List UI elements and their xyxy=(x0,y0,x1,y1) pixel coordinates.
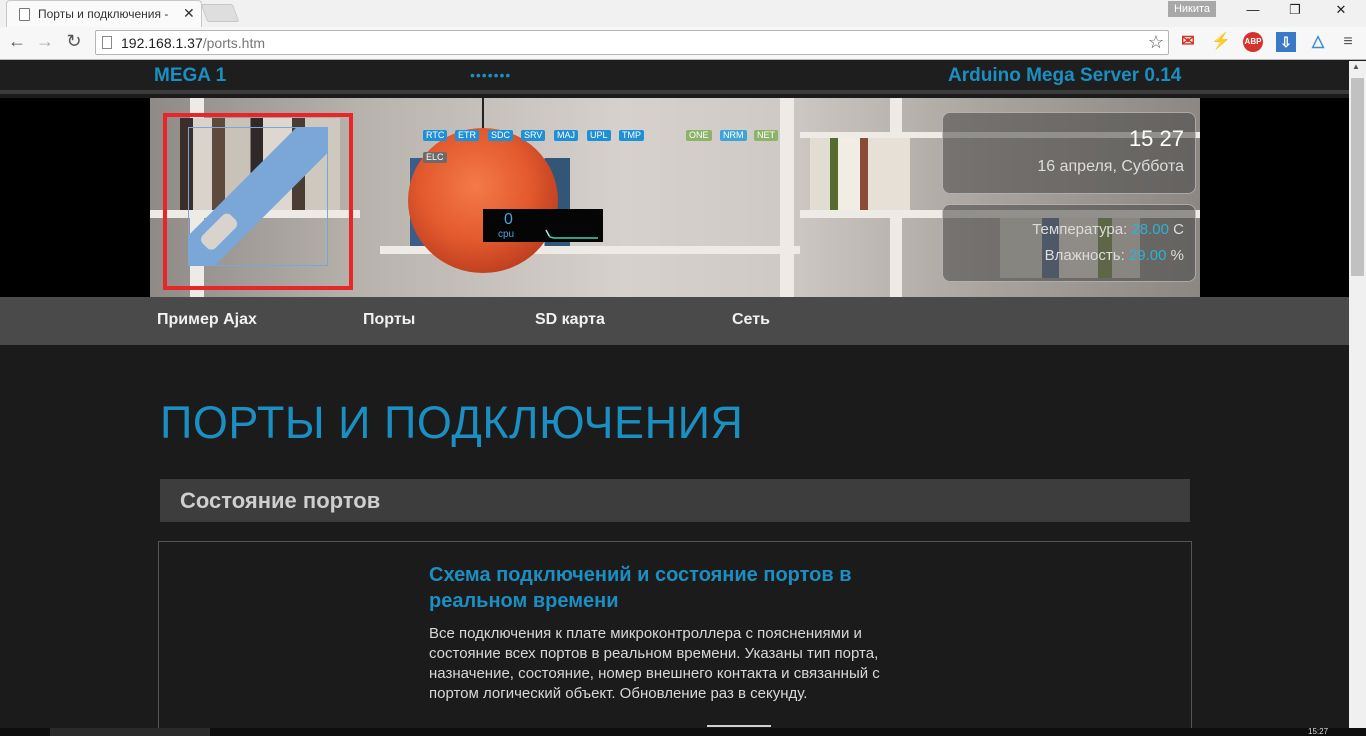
url-path: /ports.htm xyxy=(202,35,265,51)
humidity-label: Влажность: xyxy=(1044,247,1125,264)
drive-icon[interactable]: △ xyxy=(1308,32,1328,52)
nav-item-ports[interactable]: Порты xyxy=(363,311,415,329)
page-icon xyxy=(19,8,30,21)
browser-tabstrip: Порты и подключения - ✕ Никита — ❐ ✕ xyxy=(0,0,1366,27)
humidity-line: Влажность: 29.00 % xyxy=(960,247,1184,264)
new-tab-button[interactable] xyxy=(200,4,240,22)
temperature-line: Температура: 28.00 C xyxy=(960,221,1184,238)
back-icon[interactable]: ← xyxy=(7,31,27,52)
download-icon[interactable]: ⇩ xyxy=(1276,32,1296,52)
scrollbar-thumb[interactable] xyxy=(1351,78,1364,276)
status-tag-elc: ELC xyxy=(423,152,447,163)
nav-item-sd-card[interactable]: SD карта xyxy=(535,311,605,329)
status-tag-nrm: NRM xyxy=(720,130,747,141)
page-title: ПОРТЫ И ПОДКЛЮЧЕНИЯ xyxy=(160,397,744,448)
nav-item-ajax-example[interactable]: Пример Ajax xyxy=(157,311,257,329)
humidity-unit: % xyxy=(1170,247,1184,264)
minimize-icon[interactable]: — xyxy=(1238,2,1268,17)
clock-date: 16 апреля, Суббота xyxy=(1037,158,1184,175)
status-tag-upl: UPL xyxy=(587,130,611,141)
status-tag-etr: ETR xyxy=(455,130,479,141)
site-brand[interactable]: MEGA 1 xyxy=(154,65,226,87)
lightning-icon[interactable]: ⚡ xyxy=(1211,32,1231,52)
reload-icon[interactable]: ↻ xyxy=(64,31,84,52)
nav-item-network[interactable]: Сеть xyxy=(732,311,770,329)
url-host: 192.168.1.37 xyxy=(121,35,203,51)
site-logo-icon xyxy=(188,127,328,266)
card-heading: Схема подключений и состояние портов в р… xyxy=(429,564,852,612)
humidity-value: 29.00 xyxy=(1128,247,1167,264)
close-window-icon[interactable]: ✕ xyxy=(1326,2,1356,18)
address-bar[interactable]: 192.168.1.37/ports.htm ☆ xyxy=(95,30,1169,55)
clock-card xyxy=(942,112,1196,194)
temperature-label: Температура: xyxy=(1032,221,1128,238)
menu-icon[interactable]: ≡ xyxy=(1338,32,1358,52)
site-header: MEGA 1 ••••••• Arduino Mega Server 0.14 xyxy=(0,61,1349,94)
browser-toolbar: ← → ↻ 192.168.1.37/ports.htm ☆ ✉ ⚡ ABP ⇩… xyxy=(0,27,1366,60)
clock-time: 15 27 xyxy=(1128,126,1184,151)
cpu-label: cpu xyxy=(498,229,515,240)
main-nav: Пример Ajax Порты SD карта Сеть xyxy=(0,297,1349,345)
section-title: Состояние портов xyxy=(180,488,381,513)
status-tag-sdc: SDC xyxy=(488,130,514,141)
tab-title: Порты и подключения - xyxy=(38,7,169,21)
page-indicator-dots: ••••••• xyxy=(470,67,512,83)
forward-icon[interactable]: → xyxy=(35,31,55,52)
taskbar-clock: 15:27 xyxy=(1308,727,1329,736)
sensor-card xyxy=(942,204,1196,282)
temperature-unit: C xyxy=(1173,221,1184,238)
status-tag-tmp: TMP xyxy=(619,130,644,141)
cpu-value: 0 xyxy=(504,211,513,228)
card-divider xyxy=(707,725,771,727)
status-tag-maj: MAJ xyxy=(554,130,578,141)
temperature-value: 28.00 xyxy=(1131,221,1169,238)
status-tag-net: NET xyxy=(754,130,778,141)
scroll-up-icon[interactable]: ▲ xyxy=(1352,62,1360,71)
bookmark-star-icon[interactable]: ☆ xyxy=(1148,32,1164,53)
server-title: Arduino Mega Server 0.14 xyxy=(948,65,1182,86)
status-tag-srv: SRV xyxy=(521,130,546,141)
lamp-image xyxy=(408,128,558,273)
restore-icon[interactable]: ❐ xyxy=(1280,2,1310,18)
gmail-icon[interactable]: ✉ xyxy=(1178,32,1198,52)
cpu-graph xyxy=(545,229,598,239)
profile-button[interactable]: Никита xyxy=(1168,1,1216,17)
card-text: Все подключения к плате микроконтроллера… xyxy=(429,625,880,702)
page-info-icon[interactable] xyxy=(102,36,112,49)
browser-tab[interactable]: Порты и подключения - ✕ xyxy=(6,0,202,27)
taskbar-app-button[interactable] xyxy=(50,728,210,736)
status-tag-rtc: RTC xyxy=(423,130,448,141)
address-url[interactable]: 192.168.1.37/ports.htm xyxy=(121,35,265,51)
adblock-icon[interactable]: ABP xyxy=(1243,32,1263,52)
tab-close-icon[interactable]: ✕ xyxy=(183,5,195,22)
status-tag-one: ONE xyxy=(686,130,712,141)
